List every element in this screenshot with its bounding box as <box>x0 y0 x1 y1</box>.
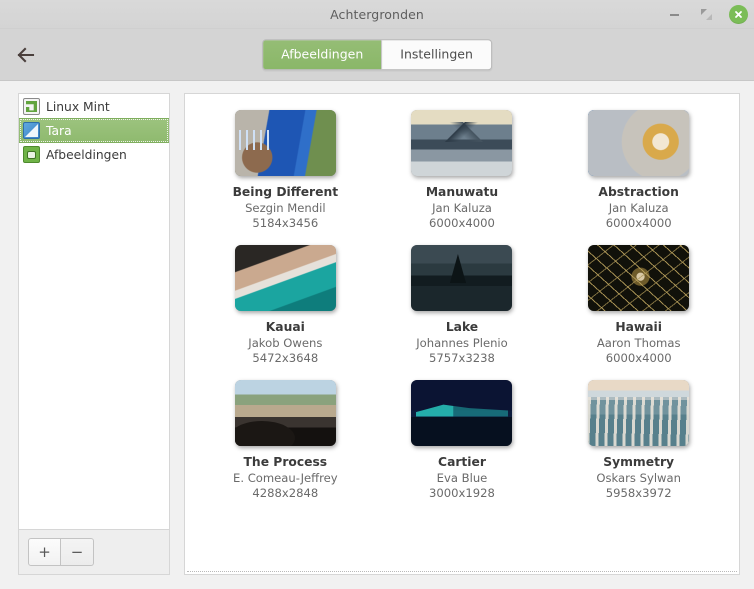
sidebar-item-label: Linux Mint <box>46 99 110 114</box>
titlebar: Achtergronden <box>0 0 754 29</box>
wallpaper-dimensions: 5757x3238 <box>429 351 495 366</box>
remove-folder-button[interactable]: − <box>61 538 94 566</box>
close-icon <box>728 5 748 24</box>
wallpaper-author: Johannes Plenio <box>416 335 508 350</box>
wallpaper-dimensions: 5184x3456 <box>252 216 319 231</box>
wallpaper-dimensions: 5472x3648 <box>252 351 319 366</box>
thumbnail-image <box>234 110 336 176</box>
maximize-button[interactable] <box>696 5 716 25</box>
thumbnail-image <box>234 244 336 311</box>
wallpaper-item[interactable]: Manuwatu Jan Kaluza 6000x4000 <box>374 108 551 235</box>
thumbnail-image <box>411 110 513 176</box>
wallpaper-item[interactable]: Abstraction Jan Kaluza 6000x4000 <box>550 108 727 235</box>
add-folder-button[interactable]: + <box>28 538 61 566</box>
wallpaper-title: Lake <box>445 319 479 334</box>
wallpaper-dimensions: 6000x4000 <box>605 216 672 231</box>
thumbnail-image <box>588 244 690 311</box>
wallpaper-title: Symmetry <box>603 454 675 469</box>
wallpaper-grid-pane[interactable]: Being Different Sezgin Mendil 5184x3456 … <box>184 93 740 575</box>
wallpaper-dimensions: 6000x4000 <box>429 216 495 231</box>
tab-switcher: Afbeeldingen Instellingen <box>262 38 492 71</box>
sidebar: Linux Mint Tara Afbeeldingen + − <box>18 93 170 575</box>
maximize-icon <box>700 9 712 20</box>
wallpaper-item[interactable]: The Process E. Comeau-Jeffrey 4288x2848 <box>197 378 374 505</box>
wallpaper-author: Eva Blue <box>436 470 488 485</box>
wallpaper-author: Oskars Sylwan <box>596 470 681 485</box>
minimize-button[interactable] <box>664 5 684 25</box>
wallpaper-item[interactable]: Being Different Sezgin Mendil 5184x3456 <box>197 108 374 235</box>
thumbnail-image <box>234 379 336 446</box>
wallpaper-dimensions: 6000x4000 <box>605 351 672 366</box>
sidebar-actions: + − <box>18 529 170 575</box>
toolbar: Afbeeldingen Instellingen <box>0 29 754 81</box>
wallpaper-thumbnail[interactable] <box>588 379 690 446</box>
sidebar-item-afbeeldingen[interactable]: Afbeeldingen <box>19 143 169 166</box>
mint-logo-icon <box>23 98 40 115</box>
wallpaper-author: Sezgin Mendil <box>245 201 326 216</box>
wallpaper-dimensions: 5958x3972 <box>605 486 672 501</box>
wallpaper-title: Hawaii <box>615 319 662 334</box>
wallpaper-thumbnail[interactable] <box>234 110 336 176</box>
thumbnail-image <box>411 244 513 311</box>
wallpaper-dimensions: 3000x1928 <box>429 486 495 501</box>
wallpaper-item[interactable]: Kauai Jakob Owens 5472x3648 <box>197 243 374 370</box>
wallpaper-grid: Being Different Sezgin Mendil 5184x3456 … <box>197 108 727 504</box>
close-button[interactable] <box>728 5 748 25</box>
wallpaper-thumbnail[interactable] <box>234 379 336 446</box>
wallpaper-author: Jakob Owens <box>248 335 323 350</box>
wallpaper-thumbnail[interactable] <box>411 110 513 176</box>
back-button[interactable] <box>4 35 48 75</box>
wallpaper-thumbnail[interactable] <box>588 110 690 176</box>
tab-afbeeldingen[interactable]: Afbeeldingen <box>263 39 382 70</box>
wallpaper-thumbnail[interactable] <box>411 244 513 311</box>
wallpaper-title: Kauai <box>265 319 305 334</box>
wallpaper-item[interactable]: Hawaii Aaron Thomas 6000x4000 <box>550 243 727 370</box>
wallpaper-author: Jan Kaluza <box>432 201 492 216</box>
wallpaper-author: Jan Kaluza <box>608 201 669 216</box>
wallpaper-author: E. Comeau-Jeffrey <box>233 470 338 485</box>
wallpaper-icon <box>23 122 40 139</box>
sidebar-item-linux-mint[interactable]: Linux Mint <box>19 95 169 118</box>
sidebar-item-label: Afbeeldingen <box>46 147 127 162</box>
window-title: Achtergronden <box>330 6 424 22</box>
sidebar-list[interactable]: Linux Mint Tara Afbeeldingen <box>18 93 170 529</box>
wallpaper-thumbnail[interactable] <box>234 244 336 311</box>
sidebar-item-tara[interactable]: Tara <box>19 118 169 143</box>
wallpaper-thumbnail[interactable] <box>588 244 690 311</box>
wallpaper-author: Aaron Thomas <box>596 335 681 350</box>
sidebar-item-label: Tara <box>46 123 72 138</box>
tab-instellingen[interactable]: Instellingen <box>381 39 491 70</box>
wallpaper-title: Abstraction <box>598 185 679 199</box>
wallpaper-item[interactable]: Symmetry Oskars Sylwan 5958x3972 <box>550 378 727 505</box>
thumbnail-image <box>588 110 690 176</box>
wallpaper-item[interactable]: Lake Johannes Plenio 5757x3238 <box>374 243 551 370</box>
backgrounds-window: Achtergronden Afbeeldingen Instellingen … <box>0 0 754 589</box>
minimize-icon <box>669 13 679 16</box>
pictures-folder-icon <box>23 146 40 163</box>
thumbnail-image <box>411 379 513 446</box>
wallpaper-title: The Process <box>243 454 328 469</box>
wallpaper-title: Manuwatu <box>425 185 499 199</box>
wallpaper-thumbnail[interactable] <box>411 379 513 446</box>
window-controls <box>664 0 748 29</box>
add-remove-button-group: + − <box>28 538 94 566</box>
wallpaper-item[interactable]: Cartier Eva Blue 3000x1928 <box>374 378 551 505</box>
arrow-left-icon <box>17 47 35 62</box>
thumbnail-image <box>588 379 690 446</box>
wallpaper-title: Cartier <box>438 454 486 469</box>
wallpaper-dimensions: 4288x2848 <box>252 486 319 501</box>
wallpaper-title: Being Different <box>232 185 339 199</box>
body: Linux Mint Tara Afbeeldingen + − Being D… <box>0 81 754 589</box>
